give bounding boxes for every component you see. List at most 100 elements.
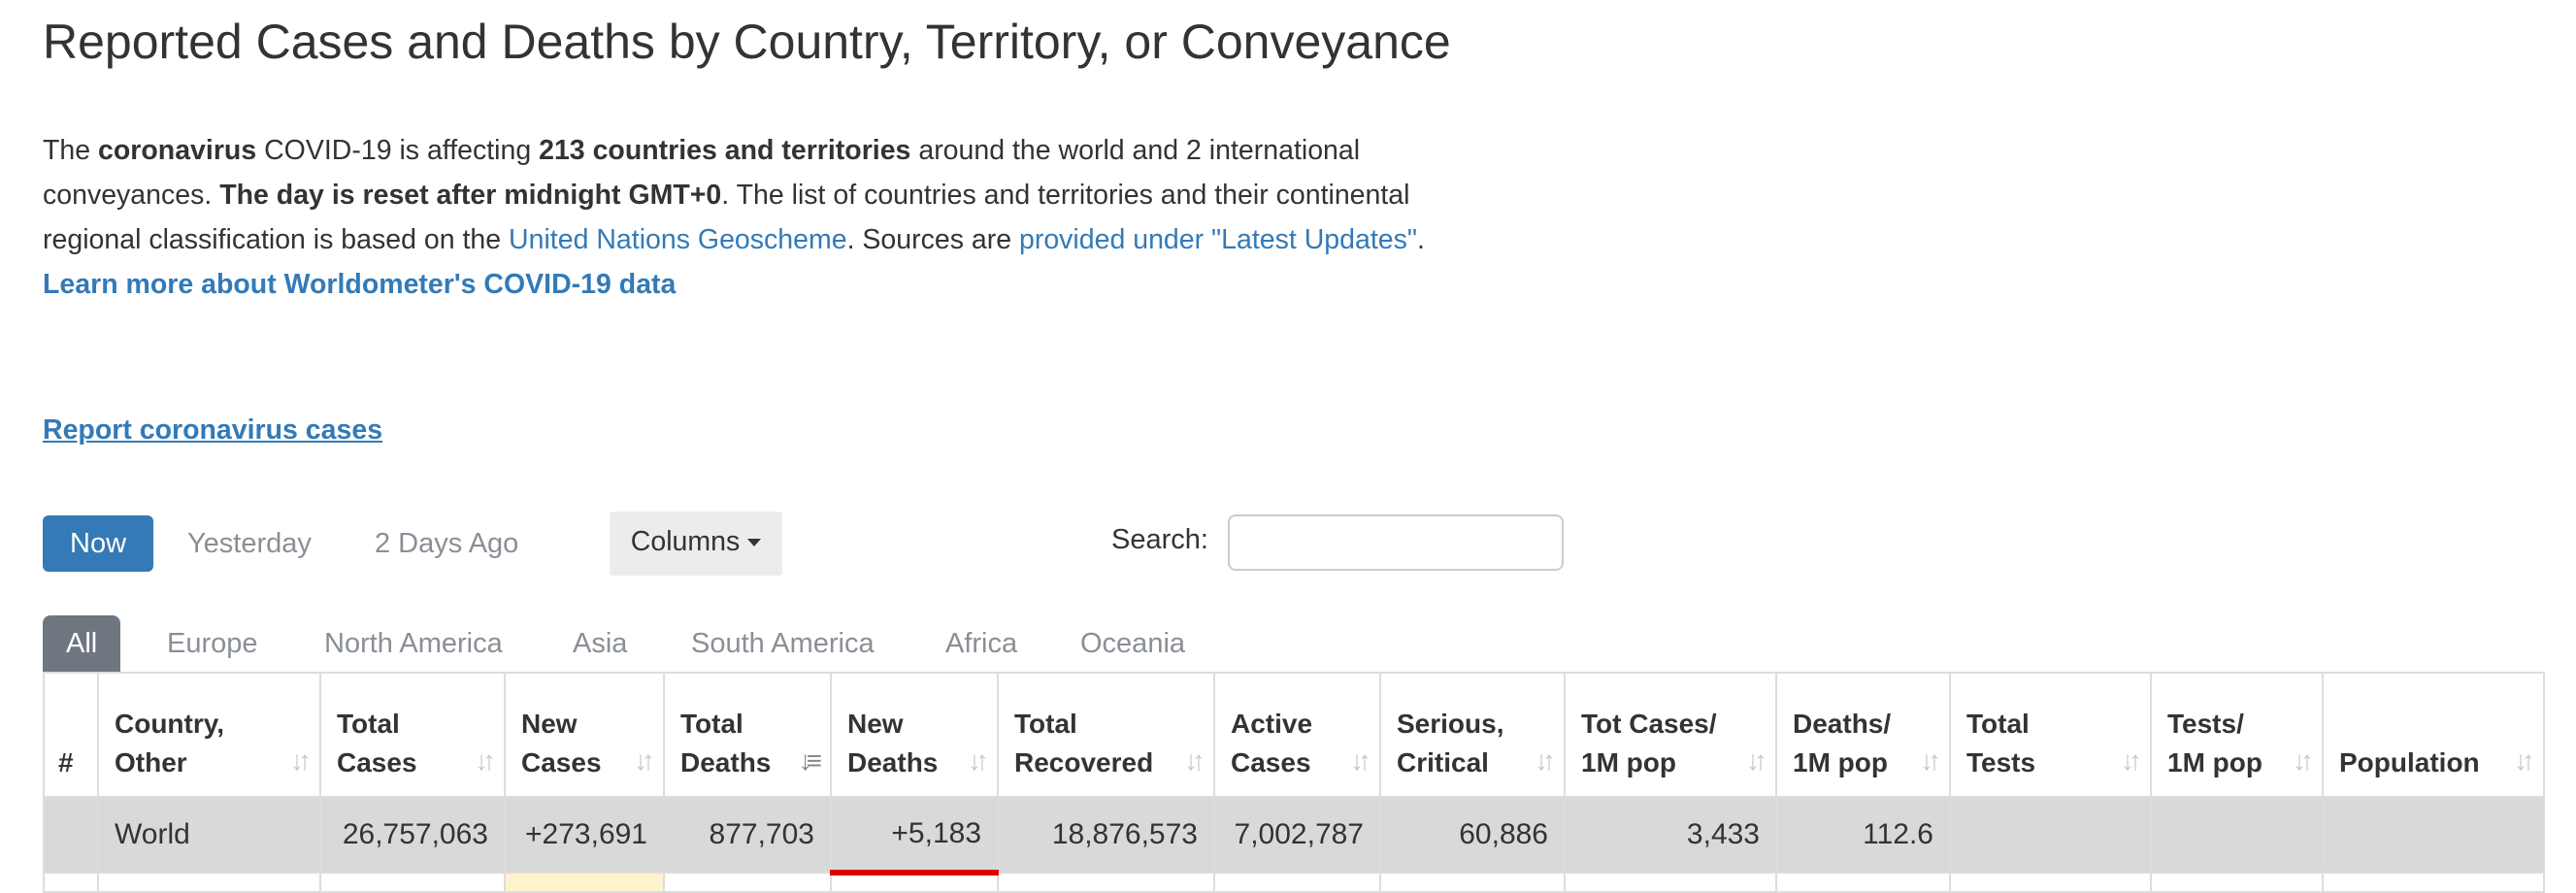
sort-icon: ↓↑ bbox=[968, 745, 989, 776]
now-button[interactable]: Now bbox=[43, 515, 154, 572]
header-cases-per-1m-l2: 1M pop bbox=[1581, 747, 1676, 777]
report-cases-link[interactable]: Report coronavirus cases bbox=[43, 414, 382, 446]
tab-south-america[interactable]: South America bbox=[691, 615, 875, 672]
table-cell bbox=[1379, 872, 1566, 893]
header-total-recovered-l2: Recovered bbox=[1014, 747, 1154, 777]
latest-updates-link[interactable]: provided under "Latest Updates" bbox=[1019, 224, 1417, 255]
cell-active-cases: 7,002,787 bbox=[1213, 796, 1381, 874]
header-total-recovered-l1: Total bbox=[1014, 709, 1077, 739]
sort-icon: ↓↑ bbox=[2121, 745, 2142, 776]
table-cell bbox=[1949, 872, 2152, 893]
header-new-cases[interactable]: New Cases ↓↑ bbox=[504, 672, 665, 798]
header-new-deaths-l1: New bbox=[847, 709, 904, 739]
sort-icon: ↓↑ bbox=[2293, 745, 2314, 776]
header-population[interactable]: Population ↓↑ bbox=[2322, 672, 2545, 798]
two-days-ago-button[interactable]: 2 Days Ago bbox=[375, 515, 518, 572]
intro-text-6: . bbox=[1416, 224, 1425, 255]
sort-icon: ↓↑ bbox=[290, 745, 312, 776]
table-cell bbox=[663, 872, 832, 893]
table-cell bbox=[319, 872, 506, 893]
header-deaths-per-1m-l2: 1M pop bbox=[1793, 747, 1888, 777]
sort-icon: ↓↑ bbox=[1350, 745, 1371, 776]
intro-text-5: . Sources are bbox=[846, 224, 1019, 255]
header-country[interactable]: Country, Other ↓↑ bbox=[97, 672, 321, 798]
intro-text-2: COVID-19 is affecting bbox=[256, 135, 540, 166]
cell-cases-per-1m: 3,433 bbox=[1564, 796, 1777, 874]
header-serious-critical-l2: Critical bbox=[1397, 747, 1489, 777]
header-total-recovered[interactable]: Total Recovered ↓↑ bbox=[997, 672, 1215, 798]
sort-icon: ↓↑ bbox=[1920, 745, 1941, 776]
tab-oceania[interactable]: Oceania bbox=[1080, 615, 1185, 672]
header-total-deaths-l2: Deaths bbox=[680, 747, 772, 777]
header-total-cases-l1: Total bbox=[337, 709, 400, 739]
header-total-cases-l2: Cases bbox=[337, 747, 417, 777]
header-total-tests-l1: Total bbox=[1966, 709, 2030, 739]
table-cell bbox=[997, 872, 1215, 893]
header-country-l2: Other bbox=[115, 747, 187, 777]
header-total-tests[interactable]: Total Tests ↓↑ bbox=[1949, 672, 2152, 798]
columns-dropdown-button[interactable]: Columns bbox=[610, 512, 782, 576]
tab-europe[interactable]: Europe bbox=[167, 615, 258, 672]
cell-country: World bbox=[97, 796, 321, 874]
cell-total-recovered: 18,876,573 bbox=[997, 796, 1215, 874]
header-serious-critical[interactable]: Serious, Critical ↓↑ bbox=[1379, 672, 1566, 798]
search-label: Search: bbox=[1111, 524, 1208, 555]
table-cell bbox=[2322, 872, 2545, 893]
header-tests-per-1m-l2: 1M pop bbox=[2167, 747, 2262, 777]
cell-new-deaths: +5,183 bbox=[830, 796, 999, 874]
sort-desc-icon: ↓≡ bbox=[798, 745, 822, 776]
caret-down-icon bbox=[747, 539, 762, 547]
header-serious-critical-l1: Serious, bbox=[1397, 709, 1504, 739]
table-cell bbox=[2150, 872, 2324, 893]
tab-all[interactable]: All bbox=[43, 615, 121, 672]
new-cases-highlight-cell bbox=[504, 872, 665, 893]
header-cases-per-1m-l1: Tot Cases/ bbox=[1581, 709, 1717, 739]
header-tests-per-1m-l1: Tests/ bbox=[2167, 709, 2244, 739]
header-total-cases[interactable]: Total Cases ↓↑ bbox=[319, 672, 506, 798]
table-cell bbox=[1213, 872, 1381, 893]
intro-countries: 213 countries and territories bbox=[539, 135, 911, 166]
table-row-world: World 26,757,063 +273,691 877,703 +5,183… bbox=[43, 796, 2545, 874]
intro-paragraph: The coronavirus COVID-19 is affecting 21… bbox=[43, 128, 1499, 307]
header-cases-per-1m[interactable]: Tot Cases/1M pop ↓↑ bbox=[1564, 672, 1777, 798]
header-total-deaths-l1: Total bbox=[680, 709, 743, 739]
cell-serious-critical: 60,886 bbox=[1379, 796, 1566, 874]
cell-population bbox=[2322, 796, 2545, 874]
header-country-l1: Country, bbox=[115, 709, 225, 739]
sort-icon: ↓↑ bbox=[1184, 745, 1205, 776]
cell-total-tests bbox=[1949, 796, 2152, 874]
header-active-cases-l1: Active bbox=[1231, 709, 1313, 739]
header-deaths-per-1m-l1: Deaths/ bbox=[1793, 709, 1892, 739]
header-active-cases[interactable]: Active Cases ↓↑ bbox=[1213, 672, 1381, 798]
table-header-row: # Country, Other ↓↑ Total Cases ↓↑ New Cases ↓… bbox=[43, 672, 2545, 798]
table-cell bbox=[97, 872, 321, 893]
header-total-deaths[interactable]: Total Deaths ↓≡ bbox=[663, 672, 832, 798]
header-new-deaths-l2: Deaths bbox=[847, 747, 939, 777]
header-new-cases-l2: Cases bbox=[521, 747, 602, 777]
sort-icon: ↓↑ bbox=[475, 745, 496, 776]
header-population-l2: Population bbox=[2339, 747, 2480, 777]
header-total-tests-l2: Tests bbox=[1966, 747, 2036, 777]
tab-asia[interactable]: Asia bbox=[573, 615, 627, 672]
new-deaths-highlight-cell bbox=[830, 870, 999, 893]
cell-deaths-per-1m: 112.6 bbox=[1775, 796, 1951, 874]
header-rank-label: # bbox=[58, 747, 74, 777]
tab-north-america[interactable]: North America bbox=[324, 615, 503, 672]
header-tests-per-1m[interactable]: Tests/1M pop ↓↑ bbox=[2150, 672, 2324, 798]
header-deaths-per-1m[interactable]: Deaths/1M pop ↓↑ bbox=[1775, 672, 1951, 798]
tab-africa[interactable]: Africa bbox=[945, 615, 1017, 672]
page-title: Reported Cases and Deaths by Country, Te… bbox=[43, 15, 1451, 69]
sort-icon: ↓↑ bbox=[2514, 745, 2535, 776]
table-cell bbox=[1564, 872, 1777, 893]
header-active-cases-l2: Cases bbox=[1231, 747, 1311, 777]
intro-coronavirus: coronavirus bbox=[98, 135, 257, 166]
intro-text-1: The bbox=[43, 135, 99, 166]
yesterday-button[interactable]: Yesterday bbox=[187, 515, 312, 572]
learn-more-link[interactable]: Learn more about Worldometer's COVID-19 … bbox=[43, 269, 676, 300]
cell-tests-per-1m bbox=[2150, 796, 2324, 874]
header-new-deaths[interactable]: New Deaths ↓↑ bbox=[830, 672, 999, 798]
covid-table: # Country, Other ↓↑ Total Cases ↓↑ New Cases ↓… bbox=[43, 672, 2545, 893]
search-input[interactable] bbox=[1228, 514, 1564, 571]
un-geoscheme-link[interactable]: United Nations Geoscheme bbox=[509, 224, 847, 255]
header-rank[interactable]: # bbox=[43, 672, 99, 798]
